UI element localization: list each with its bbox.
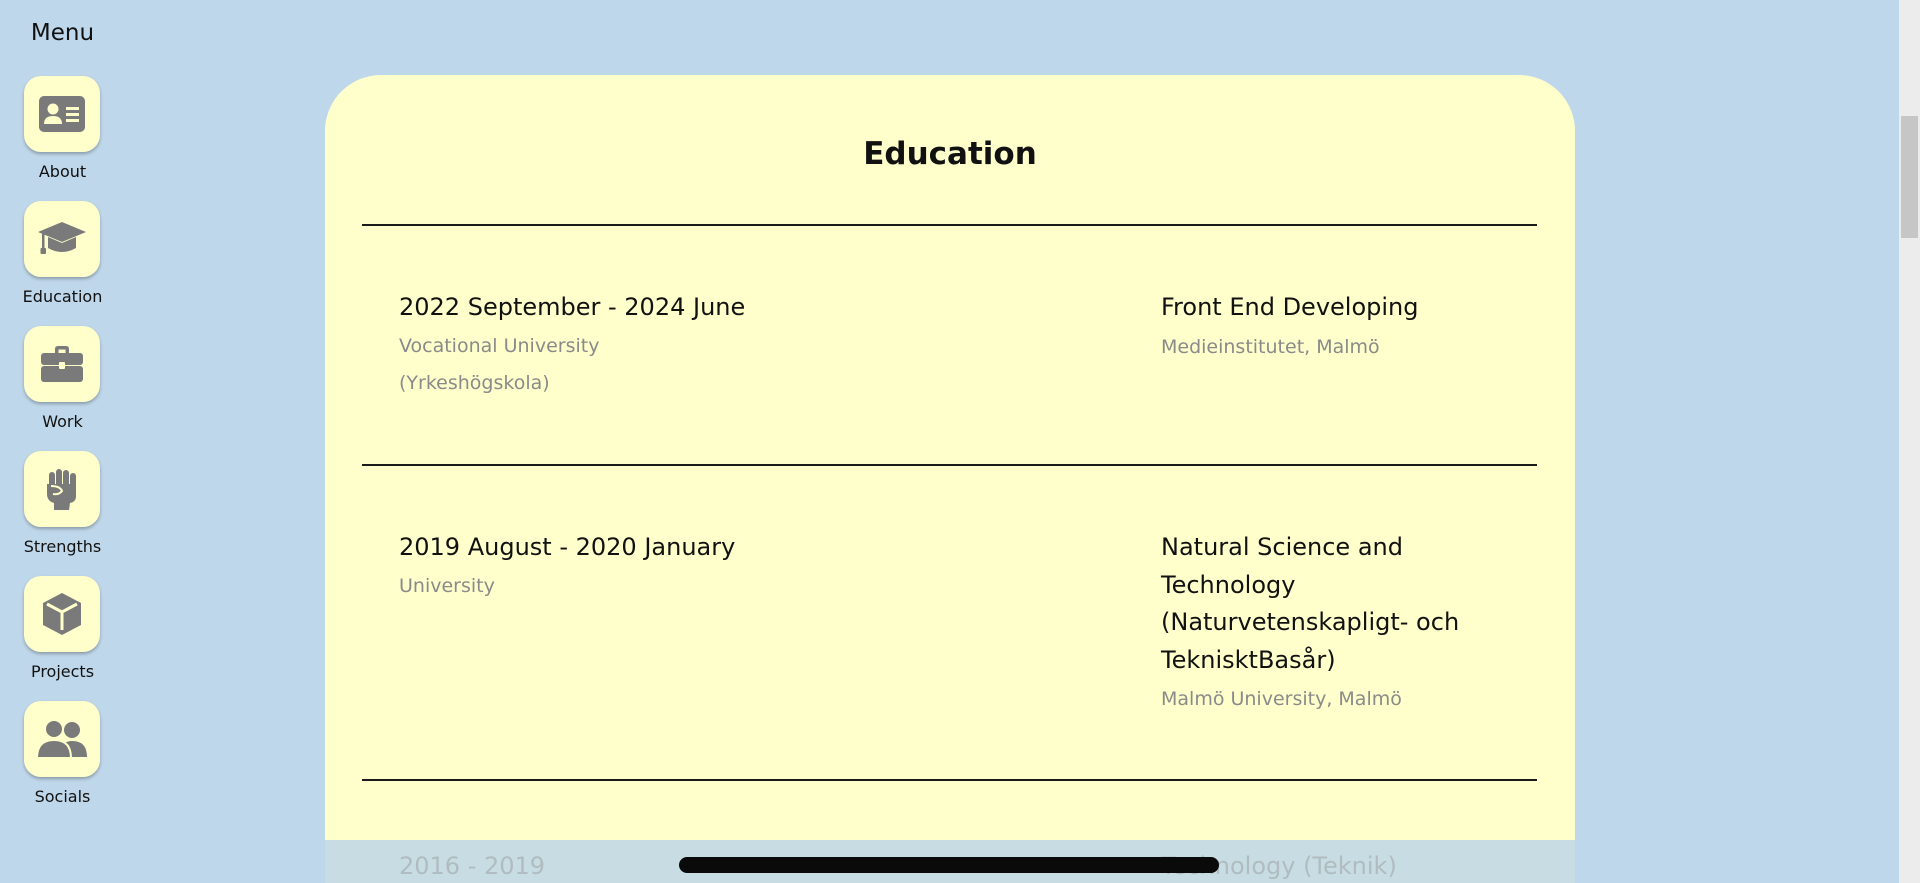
education-card: Education 2022 September - 2024 June Voc… <box>325 75 1575 883</box>
education-button[interactable] <box>24 201 100 277</box>
scrollbar-thumb[interactable] <box>1901 116 1918 238</box>
menu-title: Menu <box>30 20 95 46</box>
sidebar-item-label: Socials <box>34 787 91 806</box>
sidebar-item-socials[interactable]: Socials <box>0 701 125 819</box>
sidebar-item-label: Strengths <box>23 537 102 556</box>
entry-program: (Naturvetenskapligt- och <box>1161 608 1460 636</box>
entry-program: Front End Developing <box>1161 293 1419 321</box>
briefcase-icon <box>41 345 83 383</box>
sidebar-item-education[interactable]: Education <box>0 201 125 319</box>
about-button[interactable] <box>24 76 100 152</box>
scrollbar[interactable] <box>1899 0 1920 883</box>
projects-button[interactable] <box>24 576 100 652</box>
entry-date: 2016 - 2019 <box>399 852 546 880</box>
page: Menu About Education Work Strengths Proj… <box>0 0 1920 883</box>
fist-icon <box>45 468 79 510</box>
entry-program: Technology <box>1161 571 1296 599</box>
work-button[interactable] <box>24 326 100 402</box>
entry-school: Malmö University, Malmö <box>1161 688 1402 710</box>
sidebar-item-label: Work <box>42 412 83 431</box>
entry-type: Vocational University <box>399 335 600 357</box>
entry-type: (Yrkeshögskola) <box>399 372 550 394</box>
divider <box>362 464 1537 466</box>
sidebar-item-work[interactable]: Work <box>0 326 125 444</box>
users-icon <box>36 719 88 759</box>
entry-school: Medieinstitutet, Malmö <box>1161 336 1380 358</box>
sidebar-item-label: Education <box>22 287 103 306</box>
socials-button[interactable] <box>24 701 100 777</box>
entry-type: University <box>399 575 495 597</box>
sidebar-item-label: Projects <box>30 662 95 681</box>
sidebar: Menu About Education Work Strengths Proj… <box>0 0 125 883</box>
sidebar-item-projects[interactable]: Projects <box>0 576 125 694</box>
divider <box>362 224 1537 226</box>
entry-program: Natural Science and <box>1161 533 1403 561</box>
entry-program: TeknisktBasår) <box>1161 646 1336 674</box>
divider <box>362 779 1537 781</box>
sidebar-item-strengths[interactable]: Strengths <box>0 451 125 569</box>
home-indicator-bar[interactable] <box>679 857 1219 873</box>
sidebar-item-label: About <box>38 162 87 181</box>
entry-date: 2019 August - 2020 January <box>399 533 736 561</box>
id-card-icon <box>39 96 85 132</box>
sidebar-item-about[interactable]: About <box>0 76 125 194</box>
strengths-button[interactable] <box>24 451 100 527</box>
entry-date: 2022 September - 2024 June <box>399 293 746 321</box>
cube-icon <box>42 592 82 636</box>
page-title: Education <box>863 136 1037 172</box>
graduation-cap-icon <box>37 220 87 258</box>
